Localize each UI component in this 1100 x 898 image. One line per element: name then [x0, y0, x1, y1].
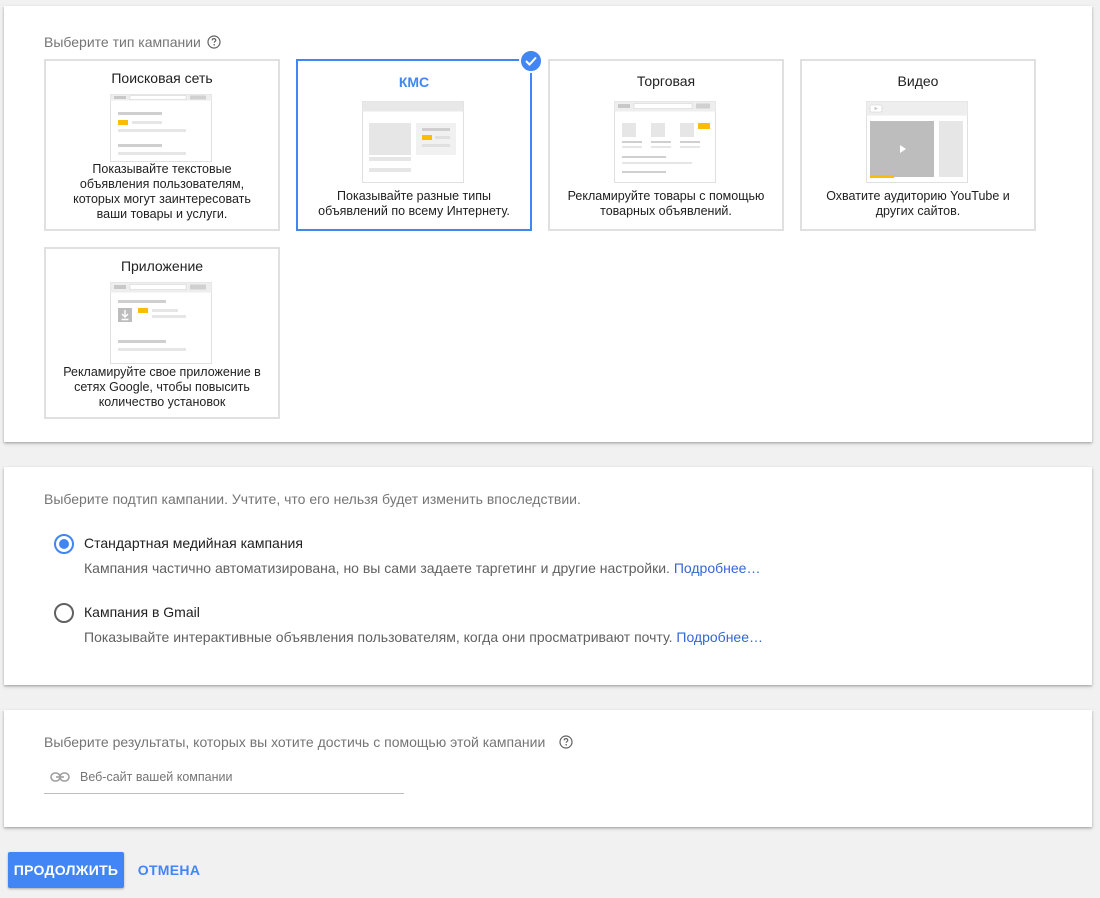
card-title: КМС [398, 74, 430, 90]
card-description-line: Рекламируйте свое приложение в [63, 365, 261, 379]
card-description-line: ваши товары и услуги. [96, 207, 228, 221]
learn-more-link[interactable]: Подробнее… [674, 560, 761, 576]
option-title: Стандартная медийная кампания [84, 535, 303, 551]
campaign-type-label-text: Выберите тип кампании [44, 34, 201, 50]
campaign-goals-panel: Выберите результаты, которых вы хотите д… [4, 710, 1092, 827]
display-network-illustration [362, 101, 464, 183]
card-description-line: количество установок [98, 395, 226, 409]
campaign-type-card-shopping[interactable]: Торговая Рекламируйте товары с помощью т… [548, 59, 784, 231]
card-description-line: объявлений по всему Интернету. [318, 204, 510, 218]
option-description-text: Показывайте интерактивные объявления пол… [84, 629, 673, 645]
website-input[interactable] [80, 766, 400, 788]
learn-more-link[interactable]: Подробнее… [676, 629, 763, 645]
radio-button-checked[interactable] [54, 534, 74, 554]
website-field [44, 766, 404, 794]
card-description-line: Охватите аудиторию YouTube и [826, 189, 1010, 203]
campaign-type-label: Выберите тип кампании [44, 34, 221, 50]
option-title: Кампания в Gmail [84, 604, 200, 620]
selected-check-icon [519, 49, 543, 73]
link-icon [50, 772, 70, 782]
app-illustration [110, 282, 212, 364]
shopping-illustration [614, 101, 716, 183]
card-title: Поисковая сеть [111, 70, 213, 86]
card-description-line: других сайтов. [875, 204, 961, 218]
card-description-line: сетях Google, чтобы повысить [74, 380, 250, 394]
campaign-type-card-search[interactable]: Поисковая сеть Показывайте текстовые объ… [44, 59, 280, 231]
card-description: Показывайте текстовые объявления пользов… [54, 162, 270, 222]
card-description: Показывайте разные типы объявлений по вс… [306, 189, 522, 219]
help-icon[interactable] [207, 35, 221, 49]
help-icon[interactable] [559, 735, 573, 749]
campaign-subtype-panel: Выберите подтип кампании. Учтите, что ег… [4, 467, 1092, 685]
goals-label: Выберите результаты, которых вы хотите д… [44, 734, 573, 750]
goals-label-text: Выберите результаты, которых вы хотите д… [44, 734, 546, 750]
cancel-button[interactable]: ОТМЕНА [132, 852, 206, 888]
card-description-line: Показывайте текстовые [92, 162, 232, 176]
campaign-type-card-app[interactable]: Приложение Рекламируйте свое приложение … [44, 247, 280, 419]
card-description-line: объявления пользователям, [79, 177, 245, 191]
card-title: Торговая [636, 73, 696, 89]
card-description-line: Показывайте разные типы [337, 189, 491, 203]
option-description: Показывайте интерактивные объявления пол… [84, 629, 763, 645]
card-title: Приложение [120, 258, 204, 274]
card-description-line: товарных объявлений. [600, 204, 732, 218]
radio-button[interactable] [54, 603, 74, 623]
option-description: Кампания частично автоматизирована, но в… [84, 560, 760, 576]
continue-button[interactable]: ПРОДОЛЖИТЬ [8, 852, 124, 888]
video-illustration [866, 101, 968, 183]
campaign-subtype-label: Выберите подтип кампании. Учтите, что ег… [44, 491, 581, 507]
card-description-line: которых могут заинтересовать [73, 192, 251, 206]
card-description: Рекламируйте свое приложение в сетях Goo… [54, 365, 270, 410]
campaign-type-card-display[interactable]: КМС Показывайте разные типы объявлений п… [296, 49, 543, 231]
option-description-text: Кампания частично автоматизирована, но в… [84, 560, 670, 576]
campaign-type-card-video[interactable]: Видео Охватите аудиторию YouTube и други… [800, 59, 1036, 231]
card-description-line: Рекламируйте товары с помощью [567, 189, 765, 203]
card-title: Видео [897, 73, 939, 89]
card-description: Рекламируйте товары с помощью товарных о… [558, 189, 774, 219]
card-description: Охватите аудиторию YouTube и других сайт… [810, 189, 1026, 219]
campaign-type-panel: Выберите тип кампании Поисковая сеть Пок… [4, 6, 1092, 442]
